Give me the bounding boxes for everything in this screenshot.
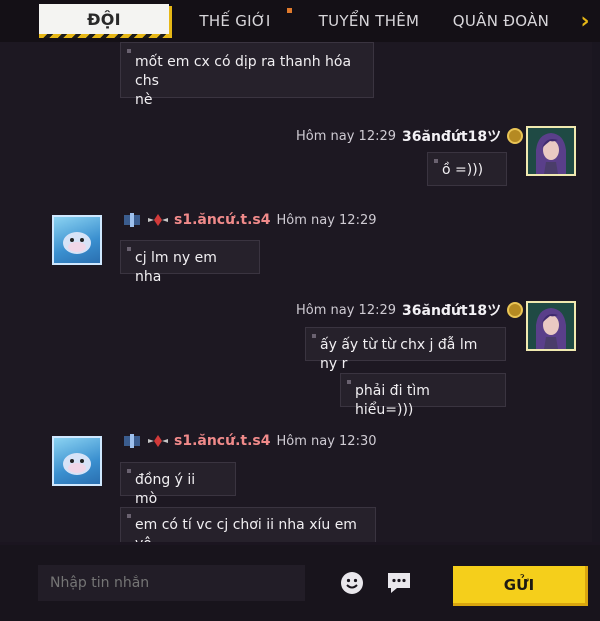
avatar[interactable] bbox=[52, 436, 102, 486]
chat-bubble: cj lm ny em nha bbox=[120, 240, 260, 285]
sender-name[interactable]: s1.ăncứ.t.s4 bbox=[174, 433, 270, 449]
team-emblem-icon bbox=[124, 434, 140, 448]
timestamp: Hôm nay 12:30 bbox=[276, 433, 377, 449]
notification-dot bbox=[287, 8, 292, 13]
avatar[interactable] bbox=[526, 126, 576, 176]
rank-badge-icon bbox=[507, 302, 524, 318]
avatar[interactable] bbox=[526, 301, 576, 351]
avatar-girl-icon bbox=[528, 128, 574, 174]
tab-team[interactable]: ĐỘI bbox=[39, 4, 169, 38]
timestamp: Hôm nay 12:29 bbox=[296, 128, 397, 144]
chat-bubble: mốt em cx có dịp ra thanh hóa chs nè bbox=[120, 42, 374, 108]
rank-wings-icon bbox=[148, 214, 168, 226]
avatar[interactable] bbox=[52, 215, 102, 265]
tab-bar: ĐỘI THẾ GIỚI TUYỂN THÊM QUÂN ĐOÀN › bbox=[0, 0, 600, 42]
message-input[interactable] bbox=[38, 565, 305, 601]
chat-bubble: ấy ấy từ từ chx j đẫ lm ny r bbox=[305, 327, 506, 372]
chevron-right-icon[interactable]: › bbox=[574, 8, 596, 34]
chat-bubble: đồng ý ii mò bbox=[120, 462, 236, 507]
chat-bubble-icon[interactable] bbox=[384, 568, 414, 598]
timestamp: Hôm nay 12:29 bbox=[276, 212, 377, 228]
avatar-dolphin-icon bbox=[63, 232, 91, 254]
sender-name[interactable]: s1.ăncứ.t.s4 bbox=[174, 212, 270, 228]
chat-scrollbar[interactable] bbox=[592, 42, 600, 542]
tab-recruit[interactable]: TUYỂN THÊM bbox=[310, 4, 428, 38]
team-emblem-icon bbox=[124, 213, 140, 227]
message-meta: s1.ăncứ.t.s4 Hôm nay 12:29 bbox=[122, 212, 377, 228]
sender-name[interactable]: 36ănđứt18ツ bbox=[402, 300, 501, 320]
message-meta: Hôm nay 12:29 36ănđứt18ツ bbox=[296, 126, 524, 146]
timestamp: Hôm nay 12:29 bbox=[296, 302, 397, 318]
tab-guild[interactable]: QUÂN ĐOÀN bbox=[445, 4, 557, 38]
message-meta: s1.ăncứ.t.s4 Hôm nay 12:30 bbox=[122, 433, 377, 449]
chat-area[interactable]: mốt em cx có dịp ra thanh hóa chs nè Hôm… bbox=[0, 42, 600, 542]
rank-wings-icon bbox=[148, 435, 168, 447]
chat-bubble: em có tí vc cj chơi ii nha xíu em vô bbox=[120, 507, 376, 542]
tab-world[interactable]: THẾ GIỚI bbox=[185, 4, 285, 38]
chat-bubble: ồ =))) bbox=[427, 152, 507, 186]
chat-bubble: phải đi tìm hiểu=))) bbox=[340, 373, 506, 418]
avatar-dolphin-icon bbox=[63, 453, 91, 475]
send-button[interactable]: GỬI bbox=[453, 566, 588, 606]
rank-badge-icon bbox=[507, 128, 524, 144]
message-meta: Hôm nay 12:29 36ănđứt18ツ bbox=[296, 300, 524, 320]
sender-name[interactable]: 36ănđứt18ツ bbox=[402, 126, 501, 146]
smiley-icon[interactable] bbox=[337, 568, 367, 598]
avatar-girl-icon bbox=[528, 303, 574, 349]
tab-separator bbox=[169, 6, 172, 38]
